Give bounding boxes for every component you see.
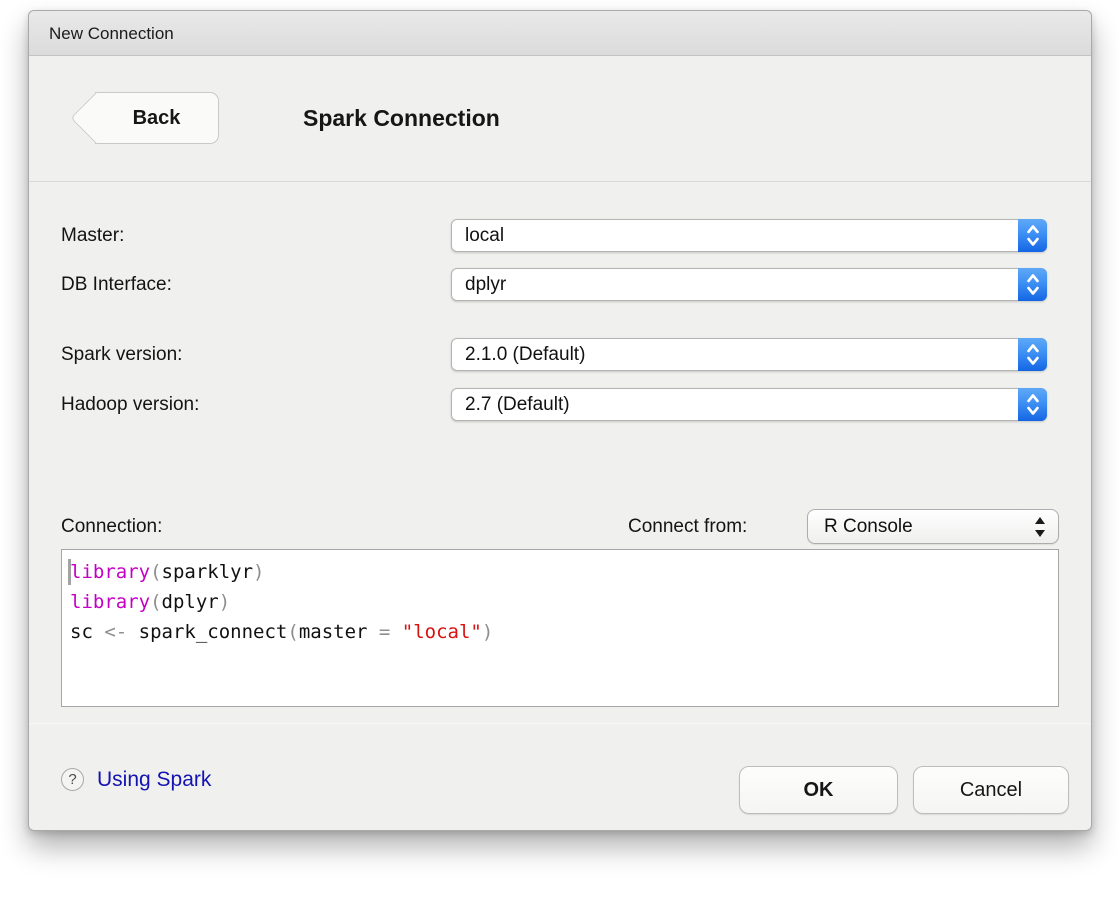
header-divider [29, 181, 1091, 182]
help-icon[interactable]: ? [61, 768, 84, 791]
connection-code-editor[interactable]: library(sparklyr)library(dplyr)sc <- spa… [61, 549, 1059, 707]
stepper-chevrons-icon [1018, 219, 1047, 252]
hadoop-version-value: 2.7 (Default) [465, 389, 570, 420]
connect-from-label: Connect from: [628, 509, 747, 544]
spark-version-value: 2.1.0 (Default) [465, 339, 585, 370]
hadoop-version-label: Hadoop version: [61, 388, 199, 421]
window-title: New Connection [49, 11, 174, 56]
page-title: Spark Connection [303, 92, 500, 144]
db-interface-select[interactable]: dplyr [451, 268, 1047, 301]
code-lines: library(sparklyr)library(dplyr)sc <- spa… [70, 557, 1050, 647]
up-down-arrows-icon [1033, 515, 1047, 544]
footer-divider [29, 723, 1091, 724]
master-label: Master: [61, 219, 124, 252]
db-interface-label: DB Interface: [61, 268, 172, 301]
back-button[interactable]: Back [95, 92, 219, 144]
stepper-chevrons-icon [1018, 388, 1047, 421]
text-cursor [68, 559, 71, 585]
connection-label: Connection: [61, 509, 162, 544]
stepper-chevrons-icon [1018, 268, 1047, 301]
using-spark-link[interactable]: Using Spark [97, 766, 211, 793]
master-select[interactable]: local [451, 219, 1047, 252]
master-value: local [465, 220, 504, 251]
stepper-chevrons-icon [1018, 338, 1047, 371]
spark-version-label: Spark version: [61, 338, 182, 371]
connect-from-value: R Console [824, 510, 913, 543]
cancel-button[interactable]: Cancel [913, 766, 1069, 814]
connect-from-select[interactable]: R Console [807, 509, 1059, 544]
spark-version-select[interactable]: 2.1.0 (Default) [451, 338, 1047, 371]
db-interface-value: dplyr [465, 269, 506, 300]
new-connection-dialog: New Connection Back Spark Connection Mas… [28, 10, 1092, 831]
hadoop-version-select[interactable]: 2.7 (Default) [451, 388, 1047, 421]
window-titlebar[interactable]: New Connection [29, 11, 1091, 56]
ok-button[interactable]: OK [739, 766, 898, 814]
back-button-label: Back [95, 93, 218, 143]
